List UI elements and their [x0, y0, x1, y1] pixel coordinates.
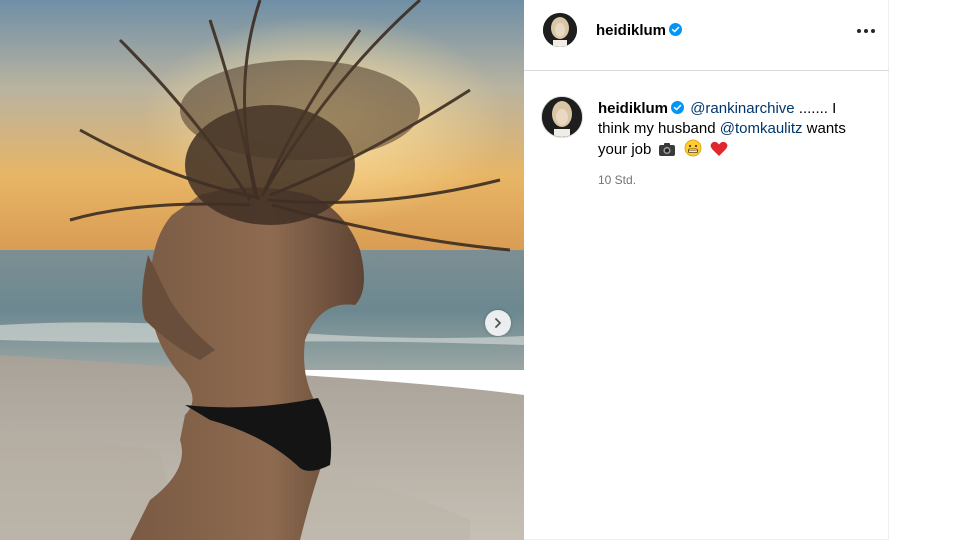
profile-avatar[interactable] — [543, 13, 577, 47]
page-background-right — [889, 0, 960, 540]
post-header: heidiklum — [524, 0, 889, 71]
header-username[interactable]: heidiklum — [596, 22, 683, 39]
camera-emoji — [658, 143, 675, 156]
post-media-photo — [0, 0, 524, 540]
mention-link-rankinarchive[interactable]: @rankinarchive — [690, 100, 794, 117]
username-text[interactable]: heidiklum — [596, 22, 666, 39]
next-photo-button[interactable] — [485, 310, 511, 336]
beach-sunset-photo — [0, 0, 524, 540]
more-options-icon[interactable] — [857, 27, 875, 35]
verified-badge-icon — [671, 101, 685, 114]
caption-avatar[interactable] — [541, 96, 583, 138]
verified-badge-icon — [669, 23, 683, 36]
caption-username[interactable]: heidiklum — [598, 100, 685, 117]
grimacing-face-emoji — [684, 139, 702, 157]
post-caption: heidiklum @rankinarchive ....... I think… — [598, 99, 868, 160]
post-side-panel: heidiklum heidiklum @rankinarchive .....… — [524, 0, 889, 540]
red-heart-emoji — [710, 141, 728, 156]
mention-link-tomkaulitz[interactable]: @tomkaulitz — [720, 120, 803, 137]
caption-username-text[interactable]: heidiklum — [598, 100, 668, 117]
chevron-right-icon — [495, 318, 501, 328]
post-timestamp[interactable]: 10 Std. — [598, 173, 636, 187]
